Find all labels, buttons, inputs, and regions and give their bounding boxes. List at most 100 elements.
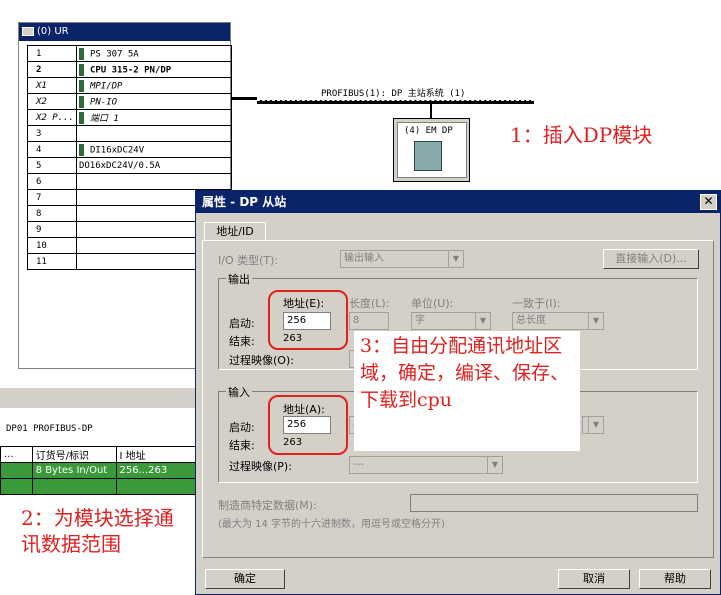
input-process-image-value: ---: [353, 459, 364, 470]
col-header-order[interactable]: 订货号/标识: [31, 446, 117, 463]
cell-i-address: 256...263: [115, 462, 197, 479]
rack-module: DO16xDC24V/0.5A: [75, 157, 233, 174]
output-unit-value: 字: [415, 315, 425, 326]
em-dp-slave[interactable]: (4) EM DP: [393, 118, 470, 182]
rack-row[interactable]: 3: [27, 125, 233, 142]
col-header-slot[interactable]: ...: [0, 446, 33, 463]
io-type-value: 输出输入: [344, 253, 384, 264]
module-icon: [78, 63, 84, 76]
vendor-data-field[interactable]: [410, 494, 698, 512]
module-table: ... 订货号/标识 I 地址 4 8 Bytes In/Out 256...2…: [0, 446, 197, 495]
unit-label-out: 单位(U):: [411, 297, 454, 310]
ok-button[interactable]: 确定: [205, 569, 285, 589]
rack-module-label: CPU 315-2 PN/DP: [89, 65, 172, 75]
module-icon: [78, 143, 84, 156]
output-consistent-select[interactable]: 总长度 ▼: [512, 312, 604, 330]
start-label-in: 启动:: [229, 421, 255, 434]
length-label-out: 长度(L):: [349, 297, 390, 310]
process-image-label-in: 过程映像(P):: [229, 460, 292, 473]
rack-module-label: MPI/DP: [89, 81, 123, 91]
rack-row[interactable]: 1 PS 307 5A: [27, 45, 233, 62]
input-process-image-select[interactable]: --- ▼: [349, 456, 503, 474]
chevron-down-icon: ▼: [588, 417, 603, 433]
consistent-label-out: 一致于(I):: [512, 297, 561, 310]
direct-input-button[interactable]: 直接输入(D)...: [603, 249, 699, 269]
chevron-down-icon: ▼: [475, 313, 490, 329]
chevron-down-icon: ▼: [448, 251, 463, 267]
highlight-input-address: [268, 395, 348, 455]
rack-module: PN-IO: [75, 93, 233, 110]
chevron-down-icon: ▼: [487, 457, 502, 473]
dialog-title: 属性 - DP 从站: [202, 195, 287, 209]
rack-slot: 1: [27, 45, 77, 62]
rack-title-bar: (0) UR: [19, 23, 230, 41]
tab-address-id[interactable]: 地址/ID: [204, 222, 266, 241]
module-icon: [78, 112, 84, 125]
rack-module-label: DO16xDC24V/0.5A: [78, 160, 161, 171]
rack-row[interactable]: X1 MPI/DP: [27, 77, 233, 94]
highlight-output-address: [268, 290, 348, 350]
output-length-spinner[interactable]: 8: [349, 312, 389, 330]
output-group-label: 输出: [226, 271, 252, 287]
annotation-2: 2：为模块选择通讯数据范围: [21, 506, 174, 556]
rack-slot: 4: [27, 141, 77, 158]
rack-slot: X1: [27, 77, 77, 94]
rack-module: [75, 173, 233, 190]
cancel-button[interactable]: 取消: [558, 569, 630, 589]
rack-module: DI16xDC24V: [75, 141, 233, 158]
em-dp-label: (4) EM DP: [404, 126, 453, 136]
rack-module: CPU 315-2 PN/DP: [75, 61, 233, 78]
col-header-i-address[interactable]: I 地址: [115, 446, 197, 463]
rack-module-label: 端口 1: [89, 113, 119, 124]
profibus-line[interactable]: [257, 100, 534, 104]
rack-slot: 3: [27, 125, 77, 142]
module-icon: [78, 47, 84, 60]
rack-slot: 10: [27, 237, 77, 254]
input-group-label: 输入: [226, 384, 252, 400]
cell-slot: 4: [0, 462, 33, 479]
cell-order: 8 Bytes In/Out: [31, 462, 117, 479]
end-label-out: 结束:: [229, 335, 255, 348]
rack-slot: X2 P...: [27, 109, 77, 126]
rack-module: PS 307 5A: [75, 45, 233, 62]
slave-drop-line: [430, 102, 432, 119]
rack-slot: 8: [27, 205, 77, 222]
rack-row[interactable]: 4 DI16xDC24V: [27, 141, 233, 158]
rack-module: [75, 125, 233, 142]
lower-table-title: DP01 PROFIBUS-DP: [6, 424, 93, 434]
output-consistent-value: 总长度: [516, 315, 546, 326]
rack-row[interactable]: 6: [27, 173, 233, 190]
io-type-label: I/O 类型(T):: [218, 254, 279, 267]
em-dp-icon: [414, 141, 442, 171]
rack-slot: 5: [27, 157, 77, 174]
rack-slot: 9: [27, 221, 77, 238]
rack-row[interactable]: 2 CPU 315-2 PN/DP: [27, 61, 233, 78]
rack-module-label: PS 307 5A: [89, 49, 139, 59]
table-row[interactable]: 4 8 Bytes In/Out 256...263: [0, 462, 197, 479]
dialog-title-bar: 属性 - DP 从站: [196, 191, 720, 213]
output-unit-select[interactable]: 字 ▼: [411, 312, 491, 330]
module-icon: [78, 95, 84, 108]
rack-module: MPI/DP: [75, 77, 233, 94]
rack-slot: 6: [27, 173, 77, 190]
close-icon[interactable]: ✕: [700, 194, 717, 210]
rack-row[interactable]: X2 P... 端口 1: [27, 109, 233, 126]
panel-separator: [0, 388, 196, 408]
annotation-1: 1：插入DP模块: [510, 123, 653, 147]
input-consistent-select[interactable]: ▼: [582, 416, 604, 434]
io-type-select[interactable]: 输出输入 ▼: [340, 250, 464, 268]
rack-module-label: DI16xDC24V: [89, 145, 145, 155]
end-label-in: 结束:: [229, 439, 255, 452]
vendor-data-hint: (最大为 14 字节的十六进制数，用逗号或空格分开): [218, 519, 445, 530]
help-button[interactable]: 帮助: [639, 569, 711, 589]
annotation-3: 3：自由分配通讯地址区域，确定，编译、保存、下载到cpu: [354, 331, 580, 451]
module-detail-panel: DP01 PROFIBUS-DP ... 订货号/标识 I 地址 4 8 Byt…: [0, 388, 197, 595]
rack-slot: 11: [27, 253, 77, 270]
rack-row[interactable]: 5 DO16xDC24V/0.5A: [27, 157, 233, 174]
rack-module: 端口 1: [75, 109, 233, 126]
rack-slot: X2: [27, 93, 77, 110]
table-row-empty[interactable]: [0, 478, 197, 495]
output-length-value: 8: [353, 315, 360, 326]
rack-row[interactable]: X2 PN-IO: [27, 93, 233, 110]
rack-icon: [22, 27, 34, 36]
